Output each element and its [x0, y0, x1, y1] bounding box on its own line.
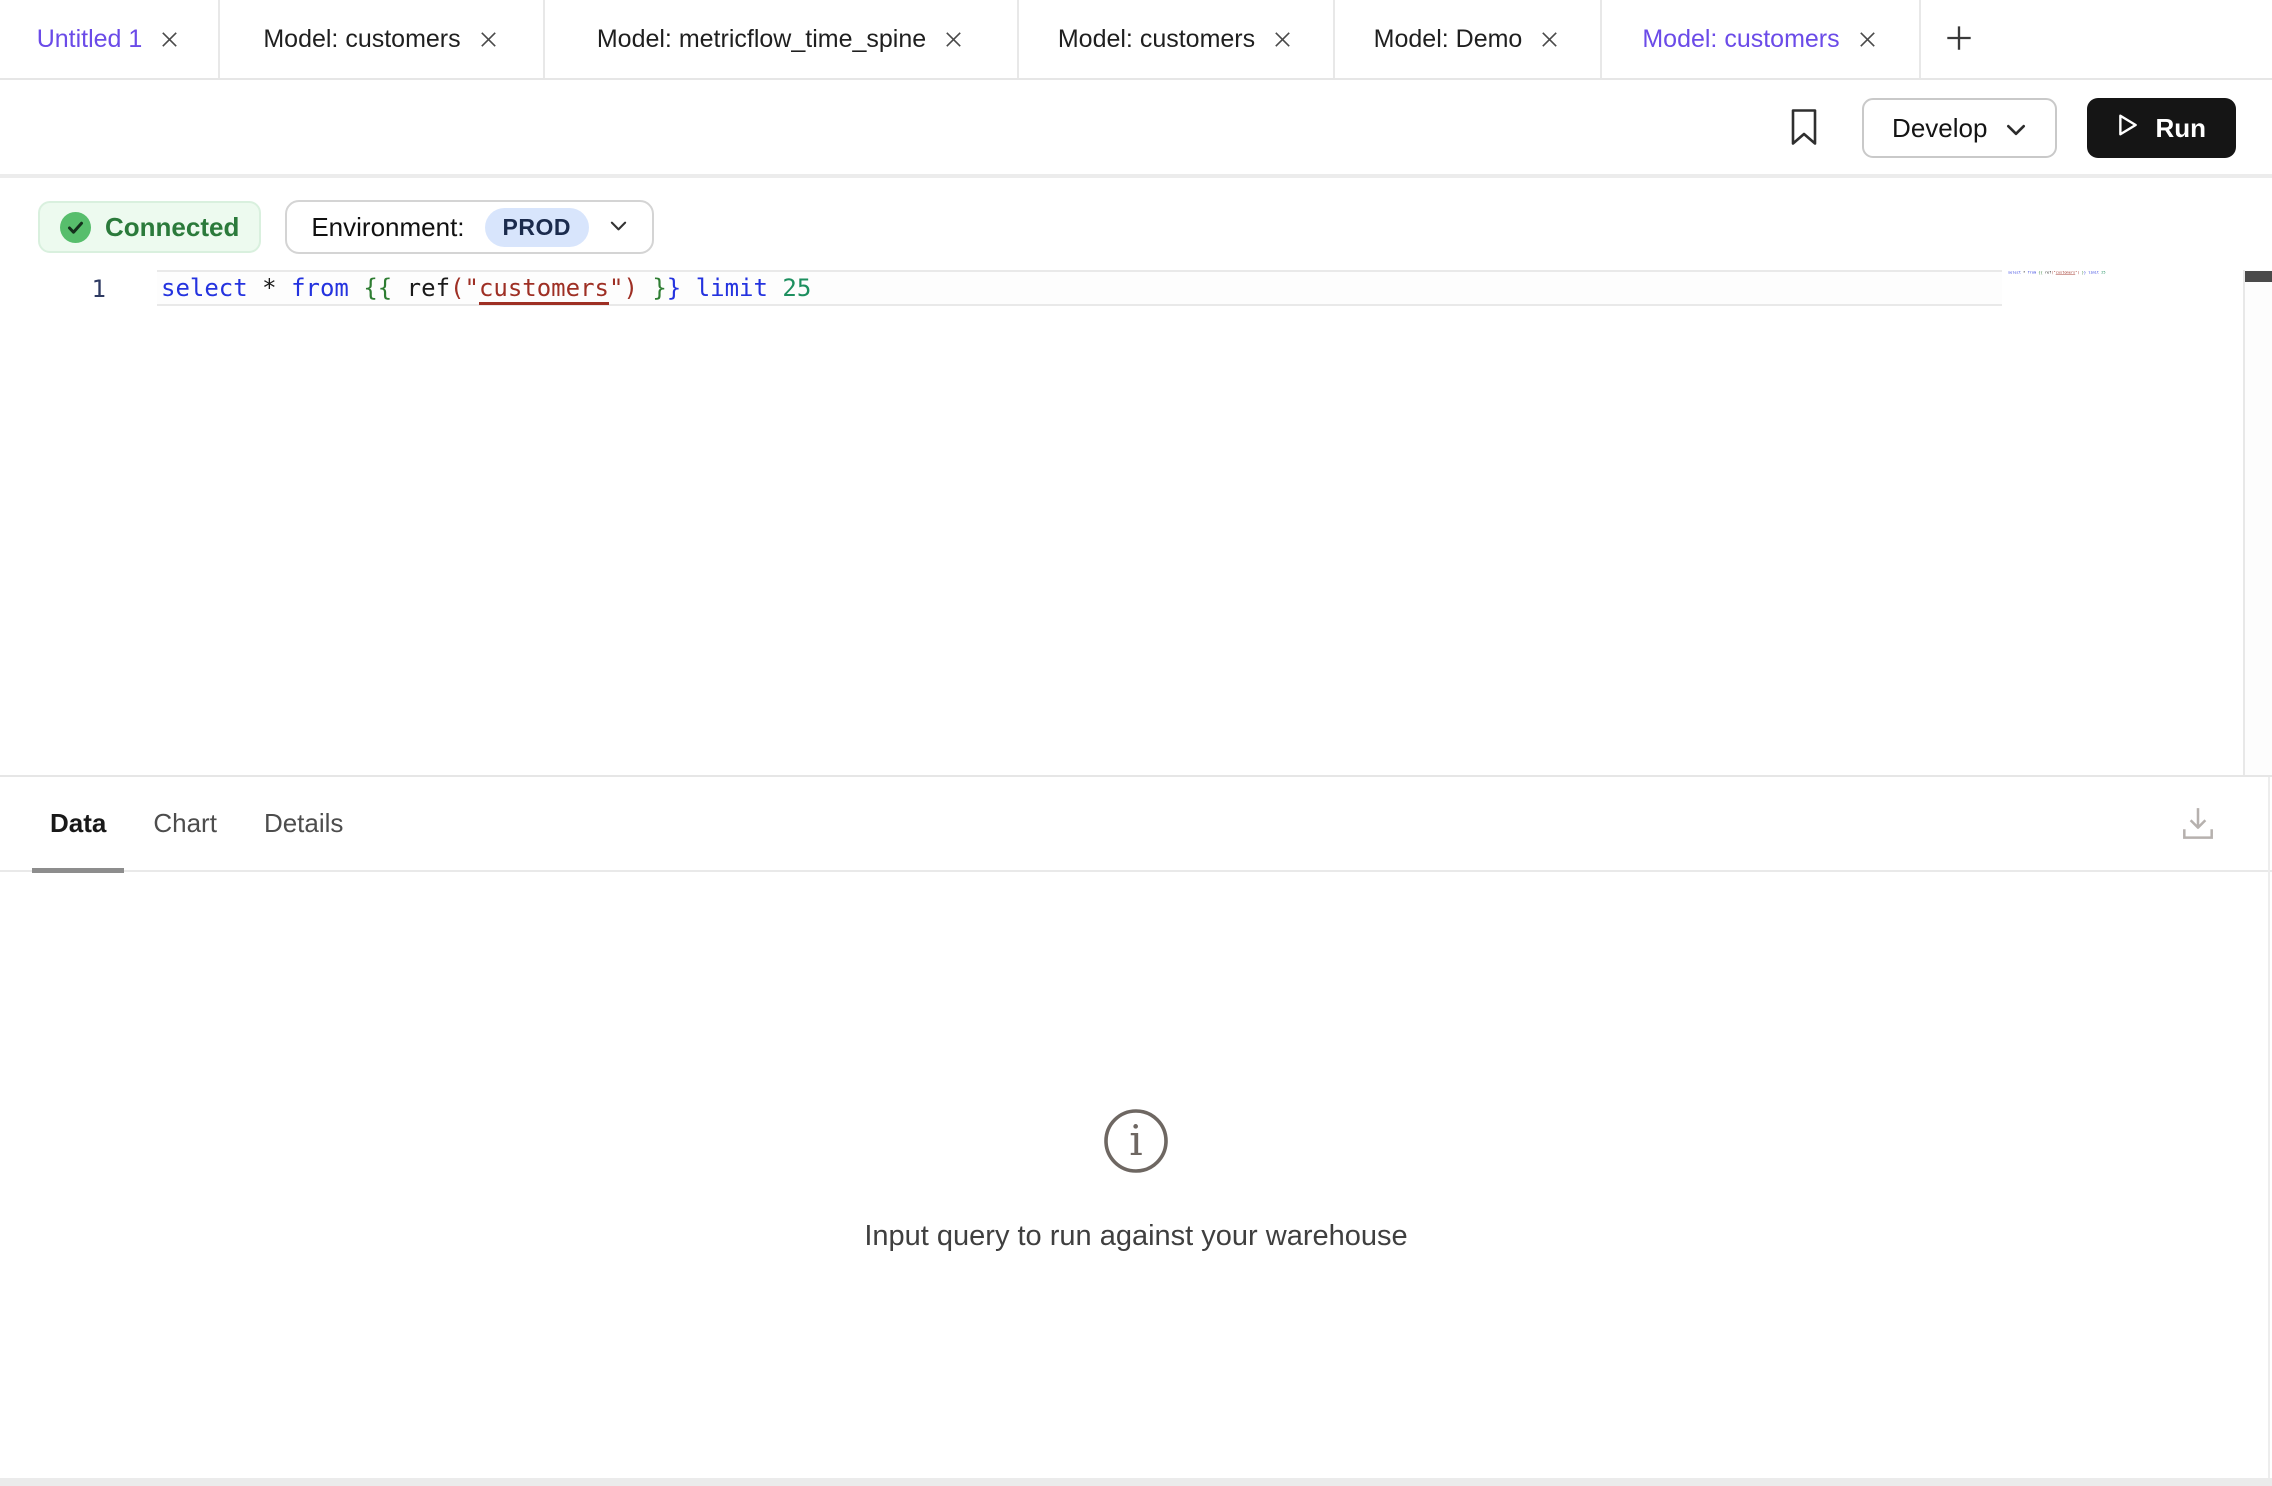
- bookmark-button[interactable]: [1782, 102, 1826, 154]
- play-icon: [2117, 113, 2139, 144]
- code-line-content[interactable]: select * from {{ ref("customers") }} lim…: [161, 272, 811, 304]
- results-tab[interactable]: Data: [50, 777, 106, 870]
- environment-value-badge: PROD: [485, 208, 589, 247]
- tab-label: Model: customers: [1058, 25, 1255, 54]
- close-tab-icon[interactable]: [477, 28, 500, 51]
- download-icon: [2179, 805, 2217, 848]
- results-tab[interactable]: Details: [264, 777, 343, 870]
- results-tabs-row: Data Chart Details: [0, 777, 2272, 872]
- editor-scrollbar-track[interactable]: [2243, 270, 2272, 775]
- close-tab-icon[interactable]: [1856, 28, 1879, 51]
- download-button[interactable]: [2178, 805, 2218, 847]
- line-number: 1: [60, 272, 106, 306]
- develop-button[interactable]: Develop: [1862, 98, 2057, 158]
- tab-label: Model: customers: [263, 25, 460, 54]
- tab-bar: Untitled 1 Model: customers Model: metri…: [0, 0, 2272, 80]
- svg-text:i: i: [1129, 1116, 1142, 1165]
- ide-window: Untitled 1 Model: customers Model: metri…: [0, 0, 2272, 1486]
- new-tab-button[interactable]: [1921, 0, 1997, 78]
- results-panel: Data Chart Details i Input query to run …: [0, 775, 2272, 1486]
- run-button[interactable]: Run: [2087, 98, 2236, 158]
- connection-status-label: Connected: [105, 212, 239, 243]
- close-tab-icon[interactable]: [1538, 28, 1561, 51]
- tab-label: Model: metricflow_time_spine: [597, 25, 926, 54]
- editor-tab[interactable]: Model: customers: [1602, 0, 1921, 78]
- bookmark-icon: [1789, 107, 1819, 150]
- editor-scrollbar-thumb[interactable]: [2245, 271, 2272, 282]
- right-edge-divider: [2268, 777, 2270, 1478]
- code-editor[interactable]: 1 select * from {{ ref("customers") }} l…: [0, 270, 2272, 775]
- run-button-label: Run: [2155, 113, 2206, 144]
- toolbar: Develop Run: [0, 82, 2272, 178]
- close-tab-icon[interactable]: [942, 28, 965, 51]
- tab-label: Model: Demo: [1374, 25, 1523, 54]
- results-tab-label: Details: [264, 808, 343, 839]
- tab-label: Untitled 1: [37, 25, 143, 54]
- chevron-down-icon: [2005, 113, 2027, 144]
- editor-tab[interactable]: Model: metricflow_time_spine: [545, 0, 1019, 78]
- minimap: select * from {{ ref("customers") }} lim…: [2008, 270, 2238, 330]
- close-tab-icon[interactable]: [1271, 28, 1294, 51]
- tab-strip: Untitled 1 Model: customers Model: metri…: [0, 0, 1921, 78]
- editor-tab[interactable]: Untitled 1: [0, 0, 220, 78]
- chevron-down-icon: [609, 220, 628, 235]
- plus-icon: [1942, 21, 1976, 58]
- results-empty-state: i Input query to run against your wareho…: [0, 1107, 2272, 1253]
- minimap-code: select * from {{ ref("customers") }} lim…: [2008, 270, 2043, 274]
- editor-tab[interactable]: Model: customers: [1019, 0, 1335, 78]
- results-tab[interactable]: Chart: [153, 777, 217, 870]
- bottom-scrollbar-track[interactable]: [0, 1478, 2272, 1486]
- develop-button-label: Develop: [1892, 113, 1987, 144]
- results-tab-label: Chart: [153, 808, 217, 839]
- check-circle-icon: [60, 212, 91, 243]
- environment-label: Environment:: [311, 212, 464, 243]
- environment-dropdown[interactable]: Environment: PROD: [285, 200, 654, 254]
- editor-tab[interactable]: Model: customers: [220, 0, 545, 78]
- info-icon: i: [1102, 1107, 1170, 1180]
- editor-pane: Connected Environment: PROD 1 select * f…: [0, 186, 2272, 775]
- editor-status-row: Connected Environment: PROD: [38, 200, 654, 254]
- empty-state-message: Input query to run against your warehous…: [864, 1220, 1407, 1253]
- tab-label: Model: customers: [1642, 25, 1839, 54]
- connection-status-badge: Connected: [38, 201, 261, 253]
- close-tab-icon[interactable]: [158, 28, 181, 51]
- editor-tab[interactable]: Model: Demo: [1335, 0, 1602, 78]
- results-tab-label: Data: [50, 808, 106, 839]
